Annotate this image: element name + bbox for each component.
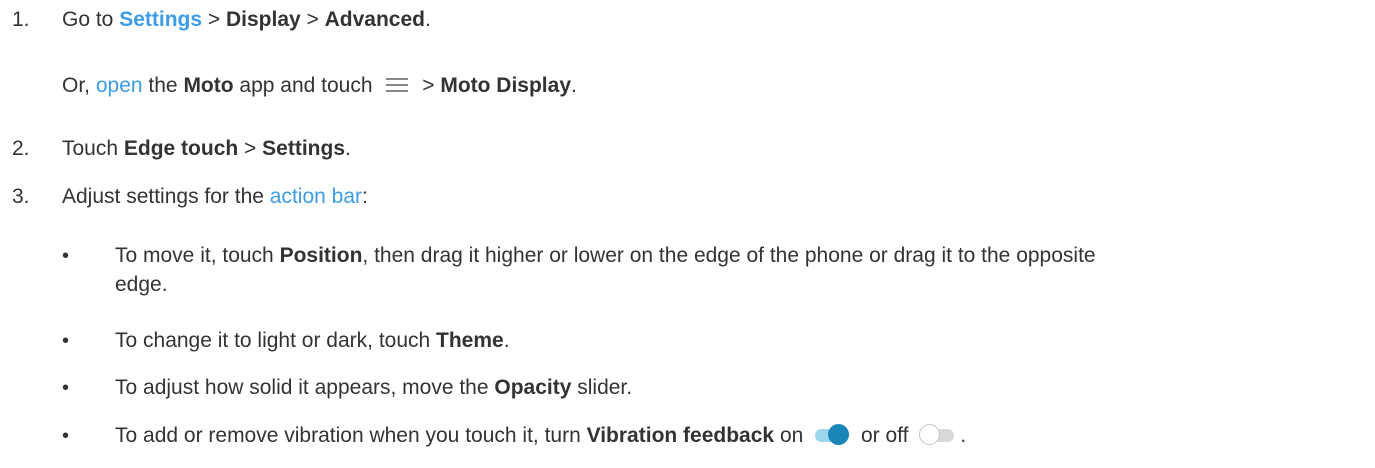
alt-text: Or, open the Moto app and touch > Moto D… xyxy=(62,73,577,99)
action-bar-link[interactable]: action bar xyxy=(270,185,362,208)
text-pre: To change it to light or dark, touch xyxy=(115,329,437,352)
period: . xyxy=(571,74,577,97)
period: . xyxy=(345,137,351,160)
bullet-icon: • xyxy=(62,330,70,352)
text-pre: To adjust how solid it appears, move the xyxy=(115,376,495,399)
text-the: the xyxy=(142,74,184,97)
vibration-feedback-label: Vibration feedback xyxy=(586,424,775,447)
separator: > xyxy=(238,137,263,160)
text-app-touch: app and touch xyxy=(233,74,379,97)
open-link[interactable]: open xyxy=(96,74,143,97)
bullet-text: To change it to light or dark, touch The… xyxy=(115,328,510,354)
moto-label: Moto xyxy=(183,74,234,97)
bullet-icon: • xyxy=(62,245,70,267)
bullet-text: To adjust how solid it appears, move the… xyxy=(115,375,632,401)
colon: : xyxy=(362,185,368,208)
step-text: Go to Settings > Display > Advanced. xyxy=(62,7,431,33)
opacity-label: Opacity xyxy=(494,376,572,399)
step-text: Touch Edge touch > Settings. xyxy=(62,136,351,162)
advanced-label: Advanced xyxy=(324,8,425,31)
text-pre: To move it, touch xyxy=(115,244,280,267)
text-post: , then drag it higher or lower on the ed… xyxy=(362,244,1096,267)
display-label: Display xyxy=(225,8,301,31)
position-label: Position xyxy=(279,244,363,267)
settings-label: Settings xyxy=(262,137,345,160)
bullet-text: To move it, touch Position, then drag it… xyxy=(115,243,1096,269)
text-touch: Touch xyxy=(62,137,124,160)
separator: > xyxy=(202,8,226,31)
text-go-to: Go to xyxy=(62,8,120,31)
separator: > xyxy=(416,74,441,97)
bullet-text-continued: edge. xyxy=(115,273,168,296)
moto-display-label: Moto Display xyxy=(440,74,572,97)
menu-icon xyxy=(386,77,409,92)
bullet-icon: • xyxy=(62,377,70,399)
text-post: slider. xyxy=(571,376,633,399)
text-adjust: Adjust settings for the xyxy=(62,185,270,208)
toggle-on-icon xyxy=(814,423,850,446)
bullet-text: To add or remove vibration when you touc… xyxy=(115,423,966,449)
step-number: 3. xyxy=(12,185,30,208)
period: . xyxy=(425,8,431,31)
text-pre: To add or remove vibration when you touc… xyxy=(115,424,587,447)
edge-touch-label: Edge touch xyxy=(123,137,239,160)
separator: > xyxy=(300,8,325,31)
step-text: Adjust settings for the action bar: xyxy=(62,184,368,210)
text-or-off: or off xyxy=(855,424,915,447)
toggle-off-icon xyxy=(919,423,955,446)
period: . xyxy=(503,329,510,352)
text-on: on xyxy=(774,424,810,447)
theme-label: Theme xyxy=(436,329,504,352)
step-number: 2. xyxy=(12,137,30,160)
text-or: Or, xyxy=(62,74,96,97)
period: . xyxy=(960,424,967,447)
bullet-icon: • xyxy=(62,425,70,447)
settings-link[interactable]: Settings xyxy=(119,8,202,31)
step-number: 1. xyxy=(12,8,30,31)
